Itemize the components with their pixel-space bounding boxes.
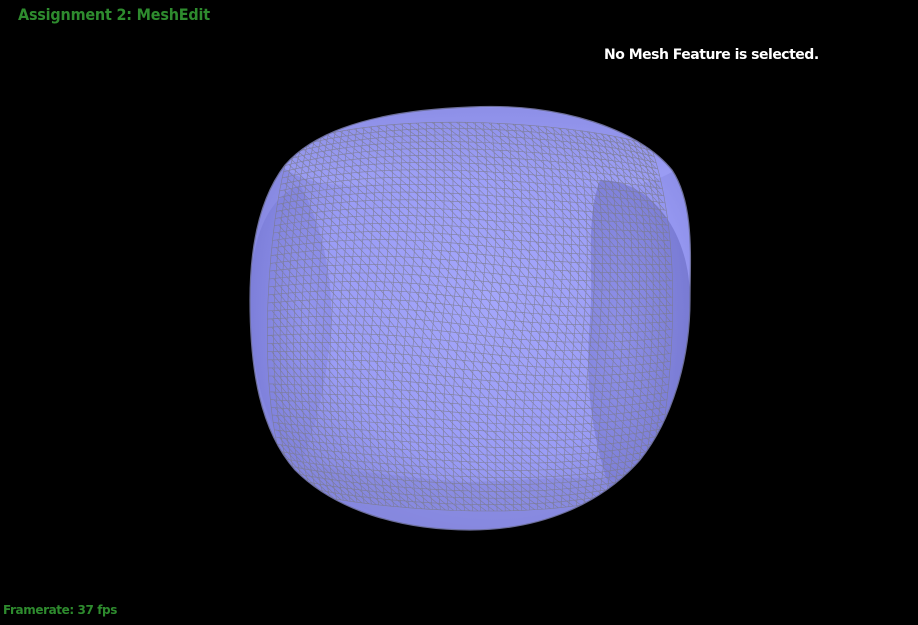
- framerate-readout: Framerate: 37 fps: [3, 603, 117, 617]
- mesh-surface[interactable]: [249, 105, 692, 531]
- viewport[interactable]: Assignment 2: MeshEdit No Mesh Feature i…: [0, 0, 918, 625]
- mesh-render[interactable]: [0, 0, 918, 625]
- selection-status: No Mesh Feature is selected.: [604, 47, 819, 63]
- app-title: Assignment 2: MeshEdit: [18, 5, 210, 24]
